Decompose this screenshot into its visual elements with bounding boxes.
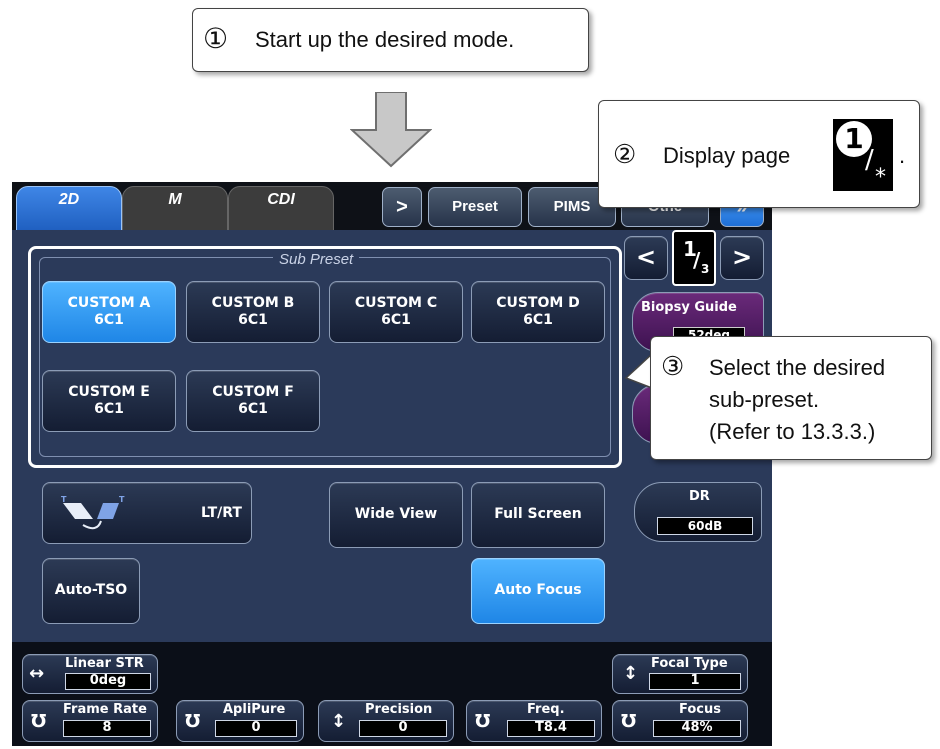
lt-rt-probe-icon: T T xyxy=(61,495,125,530)
frame-rate-value: 8 xyxy=(63,720,151,737)
preset-button[interactable]: Preset xyxy=(428,187,522,227)
precision-control[interactable]: ↕ Precision 0 xyxy=(318,700,454,742)
linear-str-value: 0deg xyxy=(65,673,151,690)
focus-value: 48% xyxy=(653,720,741,737)
frame-rate-control[interactable]: Ʊ Frame Rate 8 xyxy=(22,700,158,742)
step2-number: ② xyxy=(613,139,637,169)
custom-e-button[interactable]: CUSTOM E 6C1 xyxy=(42,370,176,432)
linear-str-control[interactable]: ↔ Linear STR 0deg xyxy=(22,654,158,694)
aplipure-control[interactable]: Ʊ ApliPure 0 xyxy=(176,700,304,742)
page-next-button[interactable]: > xyxy=(720,236,764,280)
freq-value: T8.4 xyxy=(507,720,595,737)
dr-value: 60dB xyxy=(657,517,753,535)
callout-step2: ② Display page 1 / * . xyxy=(598,100,920,208)
custom-b-button[interactable]: CUSTOM B 6C1 xyxy=(186,281,320,343)
sub-preset-title: Sub Preset xyxy=(273,251,360,268)
svg-text:T: T xyxy=(119,495,125,504)
rotary-knob-icon: Ʊ xyxy=(31,711,47,732)
callout-step3: ③ Select the desired sub-preset. (Refer … xyxy=(650,336,932,460)
page-star-icon: 1 / * xyxy=(833,119,893,191)
aplipure-value: 0 xyxy=(215,720,297,737)
step3-number: ③ xyxy=(661,351,685,381)
down-arrow-icon xyxy=(350,92,432,168)
custom-d-button[interactable]: CUSTOM D 6C1 xyxy=(471,281,605,343)
full-screen-button[interactable]: Full Screen xyxy=(471,482,605,548)
rotary-knob-icon: Ʊ xyxy=(185,711,201,732)
up-down-arrow-icon: ↕ xyxy=(331,711,347,732)
step1-text: Start up the desired mode. xyxy=(255,27,515,52)
ltrt-button[interactable]: T T LT/RT xyxy=(42,482,252,544)
callout-step1: ① Start up the desired mode. xyxy=(192,8,589,72)
custom-c-button[interactable]: CUSTOM C 6C1 xyxy=(329,281,463,343)
step2-text: Display page xyxy=(663,143,791,168)
auto-tso-button[interactable]: Auto-TSO xyxy=(42,558,140,624)
dr-control[interactable]: DR 60dB xyxy=(634,482,762,542)
precision-value: 0 xyxy=(359,720,447,737)
focal-type-value: 1 xyxy=(649,673,741,690)
page-indicator: 1 / 3 xyxy=(672,230,716,286)
focus-control[interactable]: Ʊ Focus 48% xyxy=(612,700,748,742)
wide-view-button[interactable]: Wide View xyxy=(329,482,463,548)
svg-text:T: T xyxy=(61,495,67,504)
step3-line2: sub-preset. xyxy=(709,387,820,412)
next-arrow-button[interactable]: > xyxy=(382,187,422,227)
sub-preset-group: Sub Preset xyxy=(28,246,622,468)
rotary-knob-icon: Ʊ xyxy=(621,711,637,732)
step2-period: . xyxy=(899,143,906,168)
step1-number: ① xyxy=(203,23,229,54)
auto-focus-button[interactable]: Auto Focus xyxy=(471,558,605,624)
custom-a-button[interactable]: CUSTOM A 6C1 xyxy=(42,281,176,343)
rotary-knob-icon: Ʊ xyxy=(475,711,491,732)
page-prev-button[interactable]: < xyxy=(624,236,668,280)
freq-control[interactable]: Ʊ Freq. T8.4 xyxy=(466,700,602,742)
step3-line1: Select the desired xyxy=(709,355,886,380)
tab-m[interactable]: M xyxy=(122,186,228,232)
step3-line3: (Refer to 13.3.3.) xyxy=(709,419,876,444)
focal-type-control[interactable]: ↕ Focal Type 1 xyxy=(612,654,748,694)
left-right-arrow-icon: ↔ xyxy=(29,663,45,684)
tab-2d[interactable]: 2D xyxy=(16,186,122,232)
up-down-arrow-icon: ↕ xyxy=(623,663,639,684)
custom-f-button[interactable]: CUSTOM F 6C1 xyxy=(186,370,320,432)
tab-cdi[interactable]: CDI xyxy=(228,186,334,232)
